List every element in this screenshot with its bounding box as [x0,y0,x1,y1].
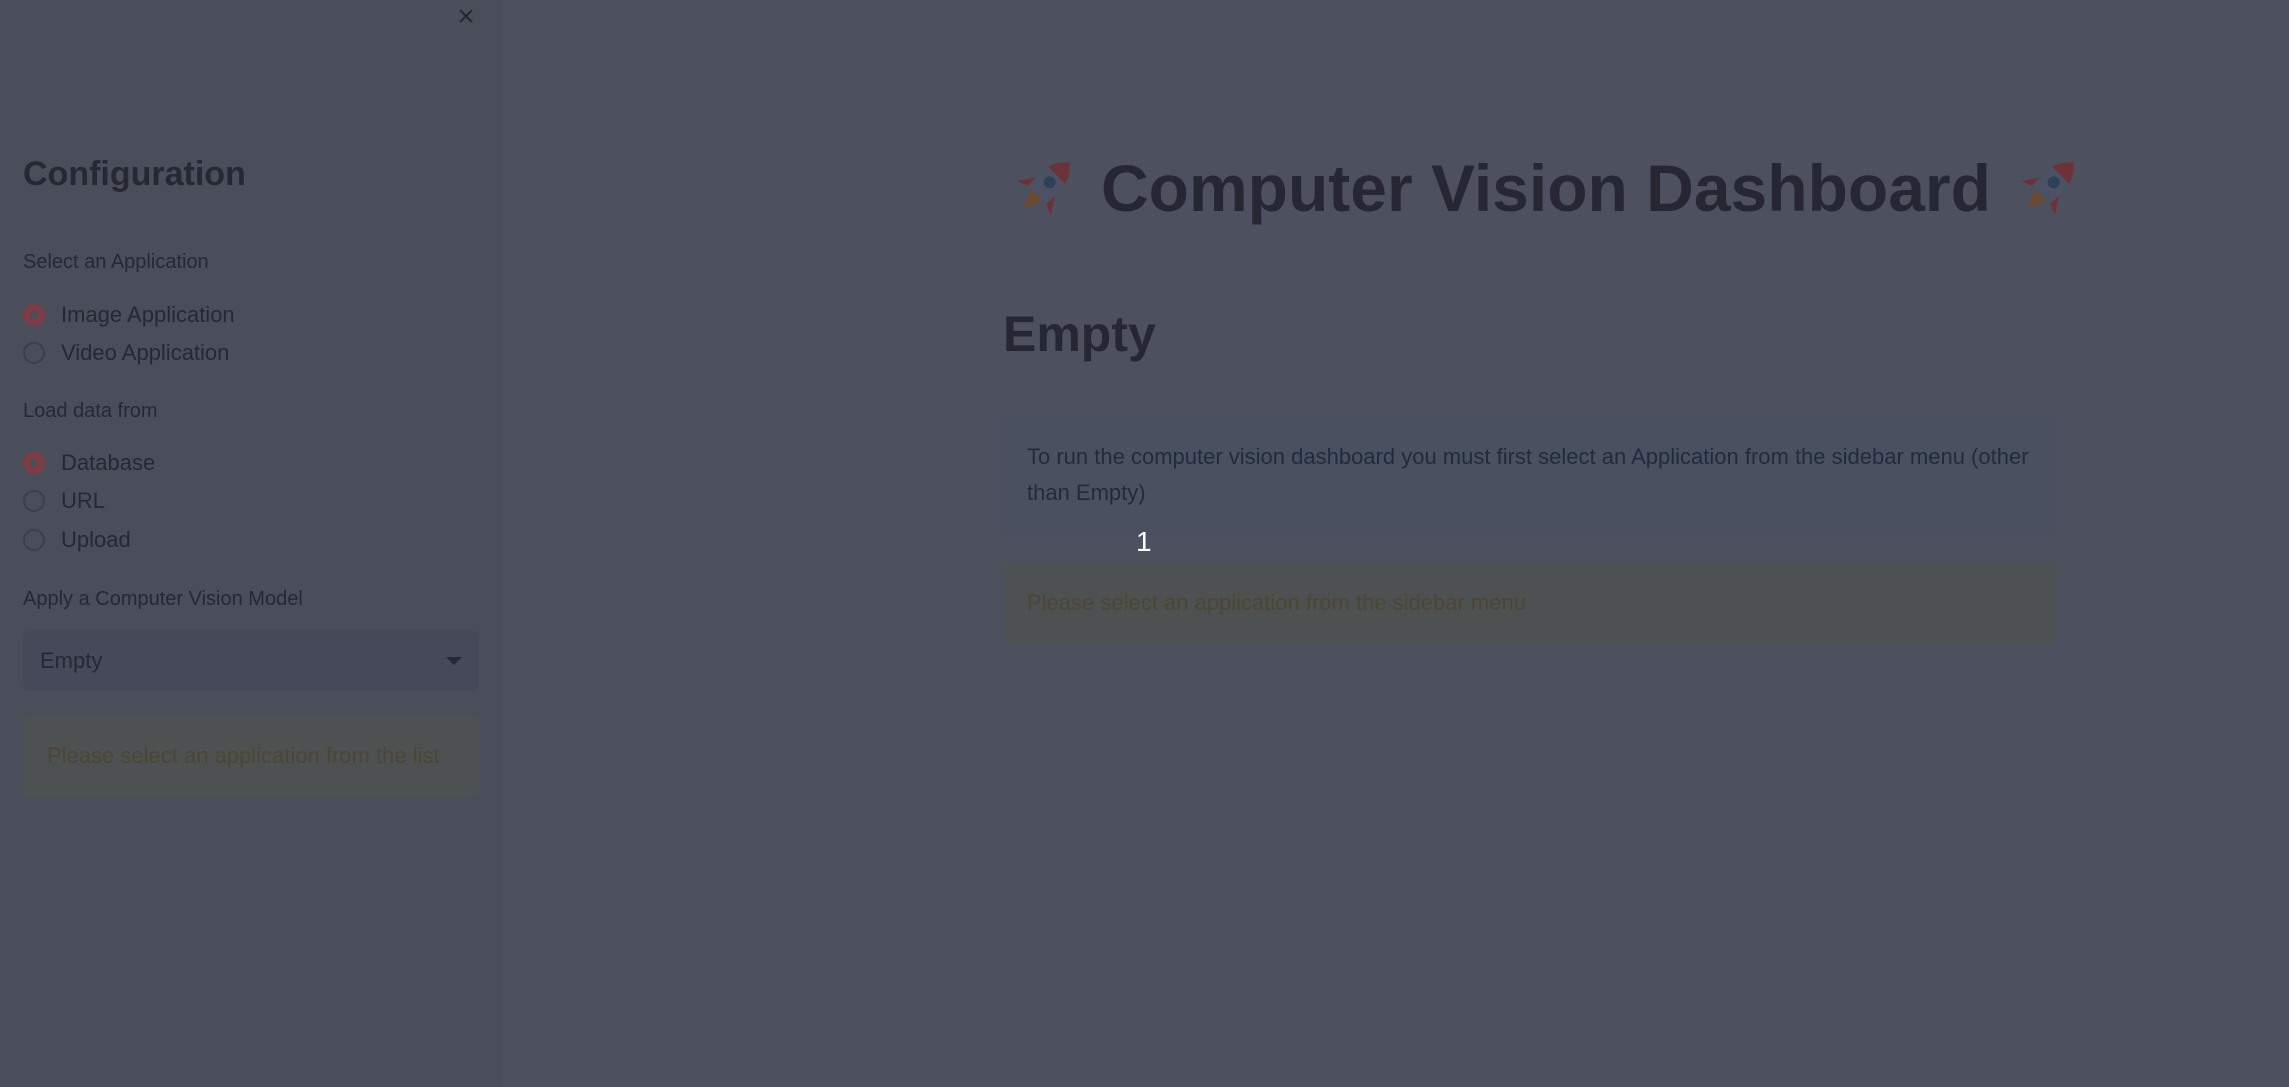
model-select[interactable]: Empty [23,631,479,691]
page-title-text: Computer Vision Dashboard [1101,151,1991,225]
sidebar-warning: Please select an application from the li… [23,715,479,797]
close-icon[interactable]: × [452,2,480,32]
radio-image-application[interactable]: Image Application [23,300,235,330]
application-label: Select an Application [23,251,209,273]
section-title: Empty [1003,306,1156,362]
radio-label: Upload [61,527,131,552]
radio-label: Database [61,450,156,475]
rocket-icon [2007,148,2089,228]
radio-video-application[interactable]: Video Application [23,338,229,368]
sidebar: × Configuration Select an Application Im… [0,0,502,1087]
radio-button[interactable] [23,490,45,512]
model-label: Apply a Computer Vision Model [23,588,303,610]
radio-url[interactable]: URL [23,486,105,516]
radio-label: URL [61,488,106,513]
rocket-icon [1003,148,1085,228]
sidebar-title: Configuration [23,155,246,193]
radio-upload[interactable]: Upload [23,525,131,555]
radio-button[interactable] [23,342,45,364]
info-alert: To run the computer vision dashboard you… [1003,417,2058,537]
chevron-down-icon [446,657,462,665]
model-select-value: Empty [40,648,103,673]
load-data-label: Load data from [23,400,158,422]
radio-button[interactable] [23,452,45,474]
overlay-number-label: 1 [1136,526,1152,557]
page-title: Computer Vision Dashboard [1003,148,2089,228]
radio-label: Image Application [61,302,235,327]
radio-label: Video Application [61,340,230,365]
radio-database[interactable]: Database [23,448,155,478]
warning-alert: Please select an application from the si… [1003,563,2058,643]
radio-button[interactable] [23,304,45,326]
radio-button[interactable] [23,529,45,551]
